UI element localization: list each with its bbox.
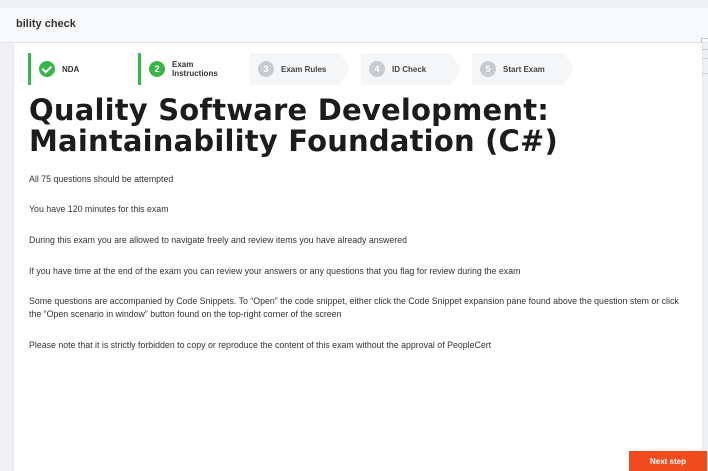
window-edge-icon	[701, 58, 708, 74]
step-label: Exam Instructions	[172, 60, 218, 78]
page-header-title: bility check	[16, 18, 76, 30]
step-label: Exam Rules	[281, 64, 327, 74]
step-number: 2	[149, 61, 165, 77]
exam-instructions-card: NDA 2 Exam Instructions 3 Exam Rules 4 I…	[14, 43, 707, 471]
exam-title: Quality Software Development: Maintainab…	[29, 93, 558, 158]
step-number: 5	[480, 61, 496, 77]
next-step-button[interactable]: Next step	[629, 451, 707, 471]
step-number: 3	[258, 61, 274, 77]
step-label: NDA	[62, 64, 80, 74]
step-exam-rules: 3 Exam Rules	[250, 53, 350, 85]
instruction-text: If you have time at the end of the exam …	[29, 266, 521, 276]
step-label: Start Exam	[503, 64, 545, 74]
top-bar: bility check	[0, 8, 708, 43]
instruction-text: Some questions are accompanied by Code S…	[29, 296, 679, 319]
step-exam-instructions: 2 Exam Instructions	[138, 53, 241, 85]
check-icon	[39, 61, 55, 77]
step-id-check: 4 ID Check	[361, 53, 461, 85]
window-edge-icon	[701, 38, 708, 50]
step-nda: NDA	[28, 53, 129, 85]
instruction-text: During this exam you are allowed to navi…	[29, 235, 407, 245]
instruction-text: All 75 questions should be attempted	[29, 174, 174, 184]
step-number: 4	[369, 61, 385, 77]
instruction-text: You have 120 minutes for this exam	[29, 204, 169, 214]
instruction-text: Please note that it is strictly forbidde…	[29, 340, 492, 350]
step-label: ID Check	[392, 64, 427, 74]
step-start-exam: 5 Start Exam	[472, 53, 574, 85]
